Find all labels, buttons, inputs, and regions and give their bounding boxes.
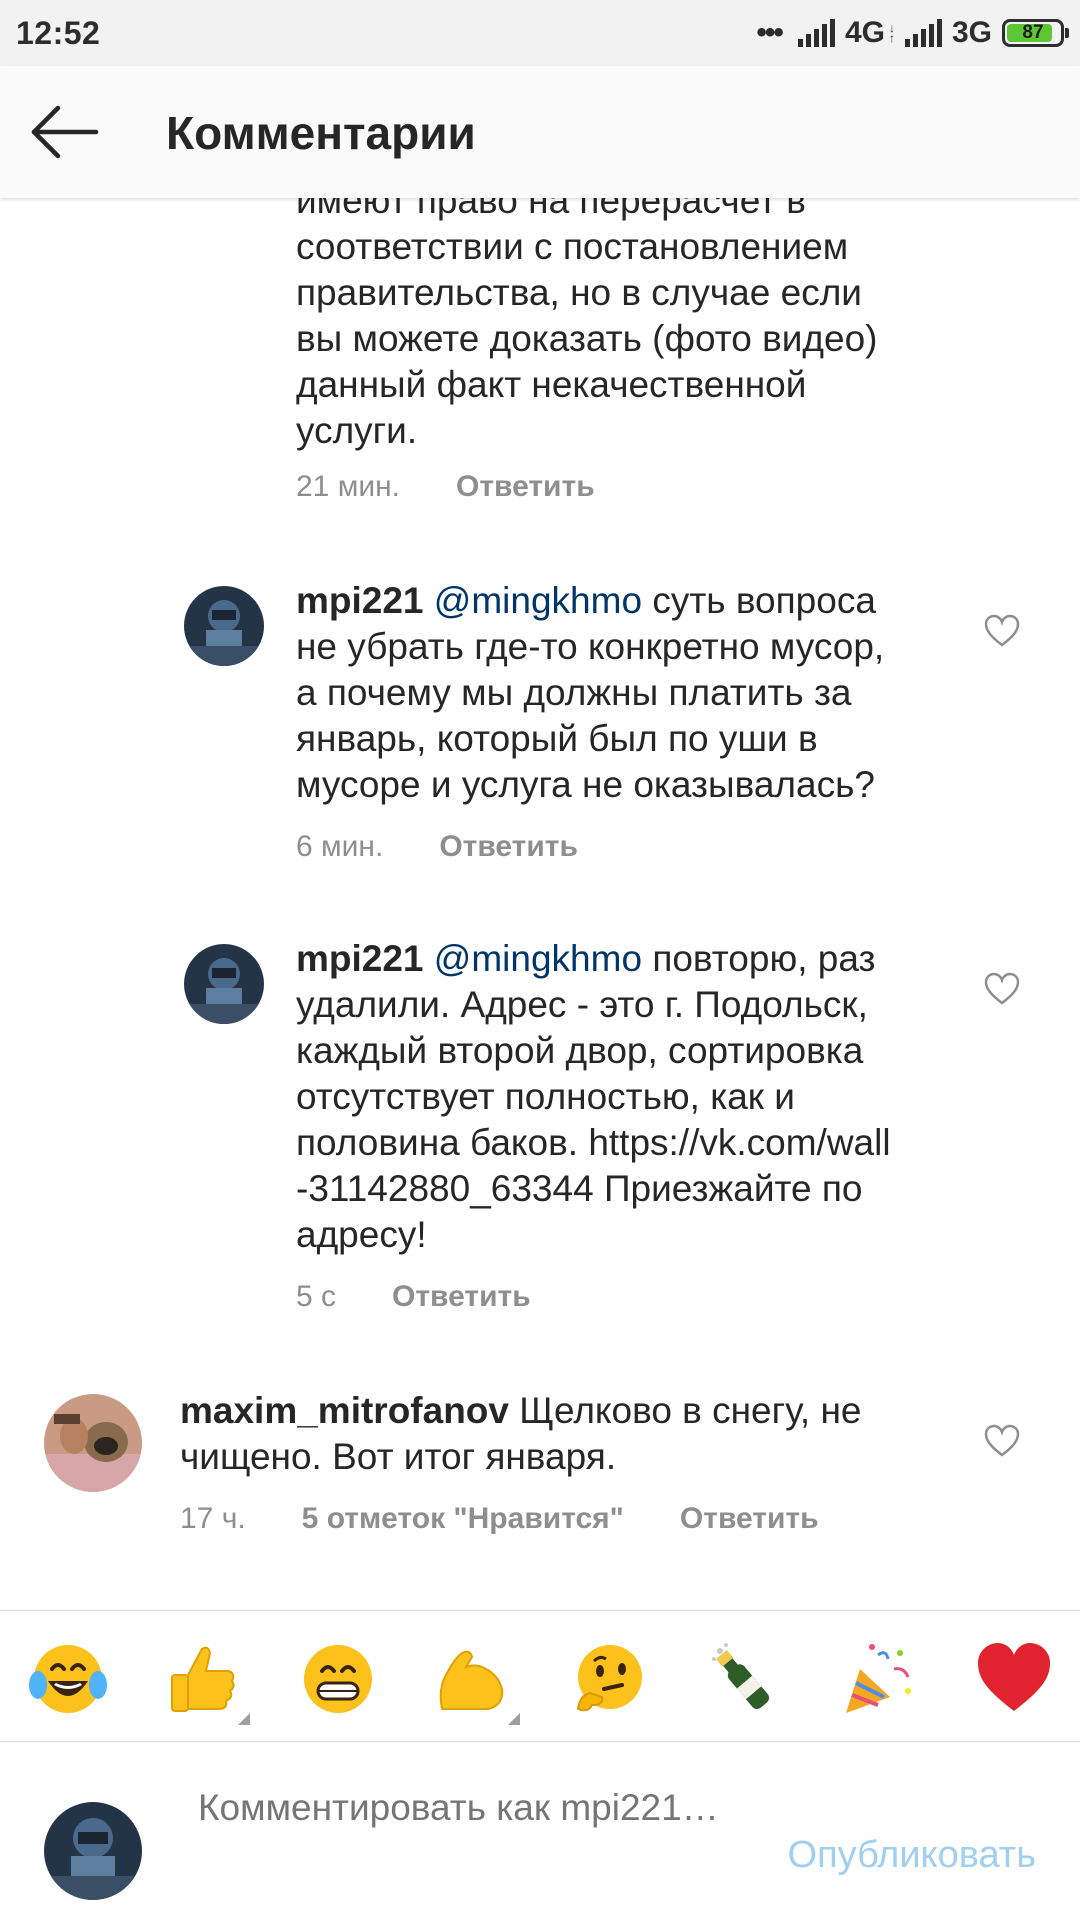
comment-line: адресу!: [296, 1214, 427, 1255]
comments-list[interactable]: имеют право на перерасчет в соответствии…: [0, 198, 1080, 1610]
avatar-image-icon: [44, 1802, 142, 1900]
signal-icon-2: [904, 19, 942, 47]
comment-item: maxim_mitrofanov Щелково в снегу, не чищ…: [0, 1388, 1080, 1548]
network-type-2: 3G: [951, 16, 992, 49]
comment-text: maxim_mitrofanov Щелково в снегу, не чищ…: [180, 1388, 940, 1480]
comment-line: mpi221 @mingkhmo повторю, раз: [296, 936, 996, 982]
comment-text: mpi221 @mingkhmo повторю, раз удалили. А…: [296, 936, 996, 1258]
champagne-emoji-icon[interactable]: [702, 1639, 782, 1719]
comment-line: соответствии с постановлением: [296, 226, 849, 267]
more-notifications-icon: •••: [756, 16, 783, 49]
comment-mention[interactable]: @mingkhmo: [434, 938, 642, 979]
avatar-image-icon: [184, 944, 264, 1024]
comment-line-text: суть вопроса: [652, 580, 876, 621]
comment-username[interactable]: maxim_mitrofanov: [180, 1390, 509, 1431]
comment-line: каждый второй двор, сортировка: [296, 1030, 864, 1071]
comment-line: mpi221 @mingkhmo суть вопроса: [296, 578, 976, 624]
app-header: Комментарии: [0, 66, 1080, 198]
comment-item: имеют право на перерасчет в соответствии…: [296, 198, 996, 504]
data-activity-icon: ↓ ↑: [888, 21, 895, 45]
comment-line: удалили. Адрес - это г. Подольск,: [296, 984, 868, 1025]
reply-button[interactable]: Ответить: [439, 830, 578, 864]
grinning-emoji-icon[interactable]: [298, 1639, 378, 1719]
comment-line: мусоре и услуга не оказывалась?: [296, 764, 875, 805]
comment-line: вы можете доказать (фото видео): [296, 318, 878, 359]
comment-line-text: повторю, раз: [652, 938, 876, 979]
battery-icon: 87: [1002, 19, 1069, 47]
comment-line: правительства, но в случае если: [296, 272, 862, 313]
my-avatar: [44, 1802, 142, 1900]
comment-line: не убрать где-то конкретно мусор,: [296, 626, 885, 667]
comment-line: чищено. Вот итог января.: [180, 1436, 617, 1477]
status-icons: ••• 4G ↓ ↑ 3G 87: [756, 16, 1069, 50]
status-time: 12:52: [16, 14, 101, 51]
tears-of-joy-emoji-icon[interactable]: [28, 1639, 108, 1719]
comment-input[interactable]: [198, 1784, 738, 1880]
flexed-biceps-emoji-icon[interactable]: [432, 1639, 512, 1719]
avatar[interactable]: [184, 944, 264, 1024]
comment-item: mpi221 @mingkhmo суть вопроса не убрать …: [0, 578, 1080, 878]
comment-meta: 6 мин. Ответить: [296, 830, 578, 864]
avatar[interactable]: [44, 1394, 142, 1492]
arrow-left-icon[interactable]: [30, 104, 100, 160]
reply-button[interactable]: Ответить: [680, 1502, 819, 1536]
skin-tone-indicator: [238, 1713, 250, 1725]
signal-icon: [797, 19, 835, 47]
likes-count-button[interactable]: 5 отметок "Нравится": [302, 1502, 624, 1536]
heart-icon[interactable]: [984, 1424, 1020, 1458]
page-title: Комментарии: [166, 107, 476, 159]
battery-level: 87: [1022, 22, 1044, 43]
red-heart-emoji-icon[interactable]: [974, 1639, 1054, 1719]
comment-text: имеют право на перерасчет в соответствии…: [296, 198, 996, 454]
comment-username[interactable]: mpi221: [296, 580, 424, 621]
comment-time: 5 с: [296, 1280, 337, 1313]
thumbs-up-emoji-icon[interactable]: [162, 1639, 242, 1719]
emoji-quick-bar: [0, 1610, 1080, 1742]
comment-line: услуги.: [296, 410, 418, 451]
comment-line: отсутствует полностью, как и: [296, 1076, 795, 1117]
heart-icon[interactable]: [984, 614, 1020, 648]
avatar[interactable]: [184, 586, 264, 666]
status-bar: 12:52 ••• 4G ↓ ↑ 3G 87: [0, 0, 1080, 66]
avatar-image-icon: [44, 1394, 142, 1492]
publish-button[interactable]: Опубликовать: [788, 1834, 1036, 1877]
comment-mention[interactable]: @mingkhmo: [434, 580, 642, 621]
comment-meta: 5 с Ответить: [296, 1280, 531, 1314]
comment-line: половина баков. https://vk.com/wall: [296, 1122, 891, 1163]
comment-time: 17 ч.: [180, 1502, 246, 1535]
comment-time: 6 мин.: [296, 830, 384, 863]
comment-line: а почему мы должны платить за: [296, 672, 852, 713]
comment-composer: Опубликовать: [0, 1742, 1080, 1920]
thinking-face-emoji-icon[interactable]: [568, 1639, 648, 1719]
comment-line: maxim_mitrofanov Щелково в снегу, не: [180, 1388, 940, 1434]
comment-line: данный факт некачественной: [296, 364, 807, 405]
comment-line-text: Щелково в снегу, не: [519, 1390, 862, 1431]
comment-line: январь, который был по уши в: [296, 718, 818, 759]
comment-time: 21 мин.: [296, 470, 400, 503]
comment-meta: 17 ч. 5 отметок "Нравится" Ответить: [180, 1502, 819, 1536]
network-type-1: 4G: [844, 16, 885, 49]
skin-tone-indicator: [508, 1713, 520, 1725]
reply-button[interactable]: Ответить: [456, 470, 595, 504]
comment-meta: 21 мин. Ответить: [296, 470, 996, 504]
comment-line: имеют право на перерасчет в: [296, 198, 806, 221]
comment-text: mpi221 @mingkhmo суть вопроса не убрать …: [296, 578, 976, 808]
heart-icon[interactable]: [984, 972, 1020, 1006]
comment-item: mpi221 @mingkhmo повторю, раз удалили. А…: [0, 936, 1080, 1326]
comment-line: -31142880_63344 Приезжайте по: [296, 1168, 863, 1209]
party-popper-emoji-icon[interactable]: [838, 1639, 918, 1719]
comment-username[interactable]: mpi221: [296, 938, 424, 979]
avatar-image-icon: [184, 586, 264, 666]
reply-button[interactable]: Ответить: [392, 1280, 531, 1314]
